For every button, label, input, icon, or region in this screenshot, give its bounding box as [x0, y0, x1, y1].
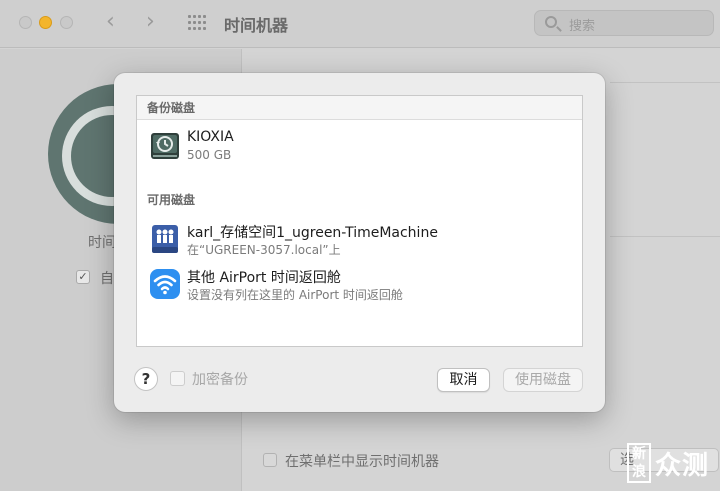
title-bar: ‹ › 时间机器 搜索: [0, 0, 720, 48]
disk-detail: 在“UGREEN-3057.local”上: [187, 243, 341, 257]
zoom-window-button[interactable]: [60, 16, 73, 29]
airport-wifi-icon: [150, 269, 180, 299]
cancel-button[interactable]: 取消: [437, 368, 490, 392]
use-disk-button[interactable]: 使用磁盘: [503, 368, 583, 392]
time-machine-disk-icon: [151, 133, 179, 159]
disk-detail: 500 GB: [187, 148, 232, 162]
disk-list[interactable]: 备份磁盘 KIOXIA 500 GB 可用磁盘 karl_存储空间1_ugree…: [136, 95, 583, 347]
auto-backup-checkbox[interactable]: ✓: [76, 270, 90, 284]
back-arrow-icon[interactable]: ‹: [106, 10, 115, 34]
available-disks-header: 可用磁盘: [147, 193, 196, 207]
show-in-menubar-checkbox[interactable]: [263, 453, 277, 467]
time-machine-label: 时间: [88, 235, 116, 251]
forward-arrow-icon[interactable]: ›: [146, 10, 155, 34]
disk-name: KIOXIA: [187, 129, 234, 145]
encrypt-backup-checkbox[interactable]: [170, 371, 185, 386]
search-icon: [545, 16, 557, 28]
disk-name: karl_存储空间1_ugreen-TimeMachine: [187, 225, 438, 241]
list-item[interactable]: KIOXIA 500 GB: [137, 124, 582, 170]
minimize-window-button[interactable]: [39, 16, 52, 29]
disk-detail: 设置没有列在这里的 AirPort 时间返回舱: [187, 288, 403, 302]
disk-name: 其他 AirPort 时间返回舱: [187, 270, 341, 286]
show-in-menubar-label: 在菜单栏中显示时间机器: [285, 454, 439, 470]
watermark-logo: 新浪 众测: [627, 441, 717, 485]
backup-disks-header: 备份磁盘: [137, 96, 582, 120]
divider: [610, 82, 720, 83]
window-title: 时间机器: [224, 16, 289, 35]
divider: [610, 236, 720, 237]
list-item[interactable]: 其他 AirPort 时间返回舱 设置没有列在这里的 AirPort 时间返回舱: [137, 262, 582, 308]
search-field[interactable]: 搜索: [534, 10, 714, 36]
auto-backup-label: 自: [100, 271, 114, 287]
list-item[interactable]: karl_存储空间1_ugreen-TimeMachine 在“UGREEN-3…: [137, 217, 582, 263]
help-button[interactable]: ?: [134, 367, 158, 391]
watermark-box: 新浪: [627, 443, 651, 483]
watermark-text: 众测: [655, 451, 710, 481]
show-all-grid-icon[interactable]: [188, 15, 206, 31]
encrypt-backup-label: 加密备份: [192, 372, 248, 388]
close-window-button[interactable]: [19, 16, 32, 29]
search-placeholder: 搜索: [569, 19, 596, 34]
network-share-icon: [152, 225, 178, 253]
select-disk-sheet: 备份磁盘 KIOXIA 500 GB 可用磁盘 karl_存储空间1_ugree…: [114, 73, 605, 412]
